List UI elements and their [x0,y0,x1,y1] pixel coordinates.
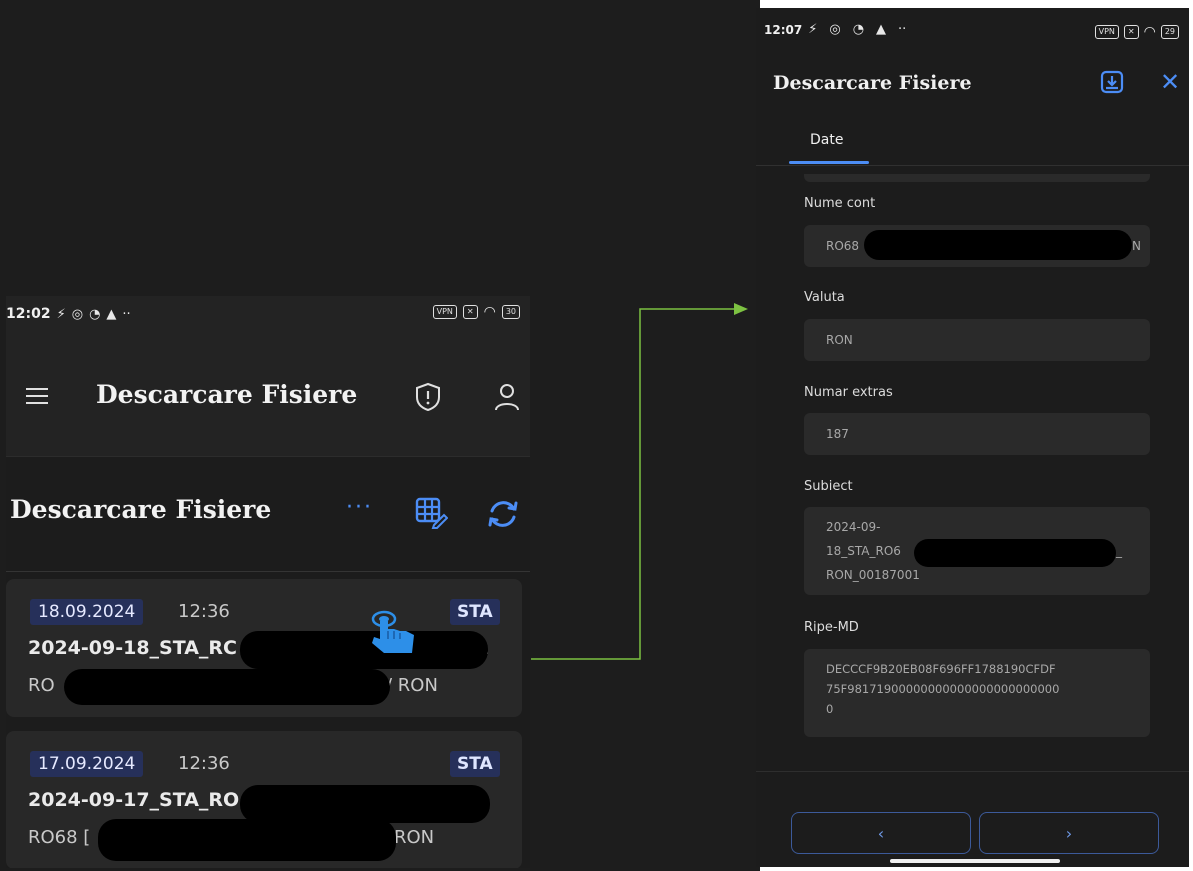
bottom-divider [756,771,1189,772]
user-icon[interactable] [494,382,520,412]
status-bar: 12:02 ⚡ ◎ ◔ ▲ ·· VPN ✕ ◠ 30 [6,296,530,332]
dialog-title: Descarcare Fisiere [773,72,972,94]
time-text: 12:36 [178,601,230,622]
date-chip: 18.09.2024 [30,599,144,625]
field-value-tail: N [1132,239,1141,253]
field-value-line1: 2024-09- [826,520,881,534]
statement-card-2[interactable]: 17.09.2024 12:36 STA 2024-09-17_STA_RO .… [6,731,522,868]
field-subject: 2024-09- 18_STA_RO6 _ RON_00187001 [804,507,1150,595]
field-value-line3: RON_00187001 [826,568,920,582]
redaction-mark [240,785,490,823]
field-value-line2: 18_STA_RO6 [826,544,901,558]
field-currency: RON [804,319,1150,361]
redaction-mark [240,631,488,669]
wifi-icon: ◠ [1143,24,1156,40]
chevron-right-icon: › [1065,823,1073,843]
warning-icon: ▲ [106,306,117,322]
warning-icon: ▲ [876,22,887,37]
download-icon[interactable] [1100,70,1124,94]
more-notifications-icon: ·· [122,306,131,322]
field-label-statement-number: Numar extras [804,385,893,400]
status-time: 12:02 [6,306,51,322]
content-area: Descarcare Fisiere ··· 18.09.2024 12:36 … [6,456,530,868]
redaction-mark [914,539,1116,567]
home-indicator[interactable] [890,859,1060,863]
field-label-account-name: Nume cont [804,196,876,211]
status-bar: 12:07 ⚡ ◎ ◔ ▲ ·· [764,22,912,37]
sim-icon: ✕ [1123,25,1139,39]
field-statement-number: 187 [804,413,1150,455]
sync-icon: ◎ [71,306,84,322]
date-chip: 17.09.2024 [30,751,144,777]
close-icon[interactable]: ✕ [1160,68,1180,96]
more-options-icon[interactable]: ··· [346,495,373,520]
redaction-mark [864,230,1132,260]
form-top-edge [804,174,1150,182]
app-bar: Descarcare Fisiere [6,362,530,432]
field-value: 187 [826,427,849,441]
charging-icon: ⚡ [808,22,818,37]
chevron-left-icon: ‹ [877,823,885,843]
charging-icon: ⚡ [56,306,66,322]
previous-button[interactable]: ‹ [791,812,971,854]
redaction-mark [98,819,396,861]
table-edit-icon[interactable] [414,495,448,529]
field-value: RO68 [826,239,860,253]
type-badge: STA [450,599,500,625]
account-prefix: RO [28,675,55,696]
left-phone-screen: 12:02 ⚡ ◎ ◔ ▲ ·· VPN ✕ ◠ 30 Descarcare F… [6,296,530,868]
menu-icon[interactable] [26,388,48,406]
field-label-subject: Subiect [804,479,853,494]
field-value-line2-tail: _ [1116,544,1122,558]
tab-divider [756,165,1189,166]
wifi-icon: ◠ [483,304,496,320]
vpn-icon: VPN [1094,25,1119,39]
field-label-ripemd: Ripe-MD [804,620,859,635]
field-value: RON [826,333,853,347]
battery-icon: 30 [501,305,520,319]
tab-indicator [789,161,869,164]
shield-icon[interactable] [414,382,442,412]
statement-card-1[interactable]: 18.09.2024 12:36 STA 2024-09-18_STA_RC .… [6,579,522,717]
more-notifications-icon: ·· [898,22,907,37]
next-button[interactable]: › [979,812,1159,854]
file-name: 2024-09-18_STA_RC [28,637,237,659]
battery-icon: 29 [1160,25,1179,39]
account-suffix: / RON [386,675,438,696]
status-time: 12:07 [764,22,803,37]
section-divider [6,571,530,572]
file-name: 2024-09-17_STA_RO [28,789,240,811]
data-saver-icon: ◔ [852,22,865,37]
field-value: DECCCF9B20EB08F696FF1788190CFDF 75F98171… [826,662,1060,716]
tab-date[interactable]: Date [810,132,843,148]
app-title: Descarcare Fisiere [96,380,358,409]
refresh-icon[interactable] [486,497,520,531]
field-account-name: RO68 N [804,225,1150,267]
type-badge: STA [450,751,500,777]
redaction-mark [64,669,390,705]
time-text: 12:36 [178,753,230,774]
vpn-icon: VPN [432,305,457,319]
sim-icon: ✕ [462,305,478,319]
sync-icon: ◎ [829,22,841,37]
field-ripemd: DECCCF9B20EB08F696FF1788190CFDF 75F98171… [804,649,1150,737]
tap-hand-icon [371,610,414,653]
data-saver-icon: ◔ [89,306,101,322]
account-prefix: RO68 [ [28,827,91,848]
status-icons-right: VPN ✕ ◠ 29 [1094,24,1179,40]
right-phone-screen: 12:07 ⚡ ◎ ◔ ▲ ·· VPN ✕ ◠ 29 Descarcare F… [756,8,1189,867]
section-title: Descarcare Fisiere [10,495,272,524]
field-label-currency: Valuta [804,290,845,305]
account-suffix: RON [394,827,435,848]
